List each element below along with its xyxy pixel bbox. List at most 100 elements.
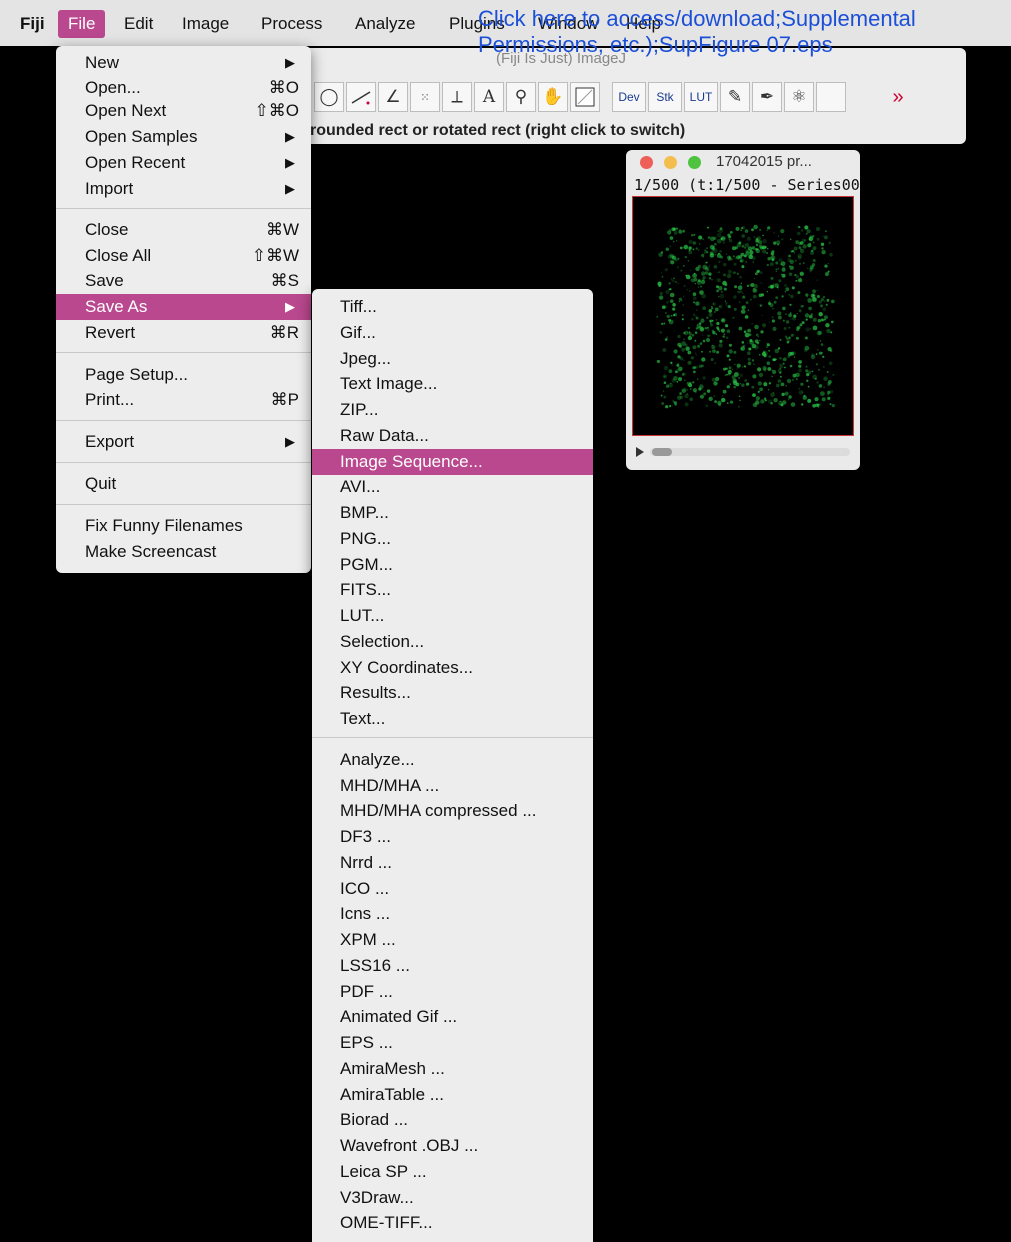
- zoom-tool-icon[interactable]: ⚲: [506, 82, 536, 112]
- color-picker-tool-icon[interactable]: [570, 82, 600, 112]
- more-tools-icon[interactable]: »: [878, 82, 918, 112]
- close-icon[interactable]: [640, 156, 653, 169]
- image-window-subtitle: 1/500 (t:1/500 - Series003: [634, 176, 860, 194]
- save-as-item-pgm[interactable]: PGM...: [312, 552, 593, 578]
- save-as-item-mhd-mha-compressed[interactable]: MHD/MHA compressed ...: [312, 798, 593, 824]
- save-as-item-zip[interactable]: ZIP...: [312, 397, 593, 423]
- image-window-title: 17042015 pr...: [716, 153, 812, 170]
- menu-item-page-setup[interactable]: Page Setup...: [56, 362, 311, 388]
- text-tool-icon[interactable]: A: [474, 82, 504, 112]
- flood-fill-tool-icon[interactable]: ⚛: [784, 82, 814, 112]
- menu-item-open-next[interactable]: Open Next ⇧⌘O: [56, 98, 311, 124]
- save-as-item-selection[interactable]: Selection...: [312, 629, 593, 655]
- menu-item-fix-funny-filenames[interactable]: Fix Funny Filenames: [56, 513, 311, 539]
- menu-item-make-screencast[interactable]: Make Screencast: [56, 539, 311, 565]
- save-as-submenu: Tiff... Gif... Jpeg... Text Image... ZIP... R…: [312, 289, 593, 1242]
- menu-item-close-all[interactable]: Close All ⇧⌘W: [56, 243, 311, 269]
- submenu-arrow-icon: ▶: [285, 299, 295, 314]
- save-as-item-gif[interactable]: Gif...: [312, 320, 593, 346]
- menu-item-save-as[interactable]: Save As ▶: [56, 294, 311, 320]
- save-as-item-eps[interactable]: EPS ...: [312, 1030, 593, 1056]
- menubar-edit[interactable]: Edit: [124, 14, 153, 34]
- menu-separator: [56, 504, 311, 505]
- save-as-item-tiff[interactable]: Tiff...: [312, 294, 593, 320]
- stack-menu-button[interactable]: Stk: [648, 82, 682, 112]
- frame-slider[interactable]: [636, 444, 850, 458]
- save-as-item-df3[interactable]: DF3 ...: [312, 824, 593, 850]
- save-as-item-ico[interactable]: ICO ...: [312, 876, 593, 902]
- save-as-item-image-sequence[interactable]: Image Sequence...: [312, 448, 593, 475]
- save-as-item-results[interactable]: Results...: [312, 680, 593, 706]
- save-as-item-biorad[interactable]: Biorad ...: [312, 1107, 593, 1133]
- menu-item-new[interactable]: New ▶: [56, 50, 311, 76]
- save-as-item-ome-tiff[interactable]: OME-TIFF...: [312, 1210, 593, 1236]
- save-as-item-analyze[interactable]: Analyze...: [312, 747, 593, 773]
- micrograph-image[interactable]: [632, 196, 854, 436]
- play-icon: [636, 447, 644, 457]
- save-as-item-v3draw[interactable]: V3Draw...: [312, 1185, 593, 1211]
- wand-tool-icon[interactable]: ⟂: [442, 82, 472, 112]
- imagej-window-title: (Fiji Is Just) ImageJ: [496, 50, 627, 67]
- save-as-item-leica-sp[interactable]: Leica SP ...: [312, 1159, 593, 1185]
- menu-item-import[interactable]: Import ▶: [56, 176, 311, 202]
- brush-tool-icon[interactable]: ✒: [752, 82, 782, 112]
- save-as-item-amiratable[interactable]: AmiraTable ...: [312, 1082, 593, 1108]
- save-as-item-wavefront-obj[interactable]: Wavefront .OBJ ...: [312, 1133, 593, 1159]
- zoom-window-icon[interactable]: [688, 156, 701, 169]
- angle-tool-icon[interactable]: ∠: [378, 82, 408, 112]
- menubar-plugins[interactable]: Plugins: [449, 14, 505, 34]
- oval-tool-icon[interactable]: ◯: [314, 82, 344, 112]
- blank-tool-slot[interactable]: [816, 82, 846, 112]
- save-as-item-avi[interactable]: AVI...: [312, 474, 593, 500]
- save-as-item-pdf[interactable]: PDF ...: [312, 979, 593, 1005]
- save-as-item-bmp[interactable]: BMP...: [312, 500, 593, 526]
- menu-separator: [56, 420, 311, 421]
- save-as-item-animated-gif[interactable]: Animated Gif ...: [312, 1004, 593, 1030]
- imagej-toolbar-window: (Fiji Is Just) ImageJ ◯ ∠ ⁙ ⟂ A ⚲ ✋ Dev …: [296, 48, 966, 144]
- menu-item-revert[interactable]: Revert ⌘R: [56, 320, 311, 346]
- save-as-item-text[interactable]: Text...: [312, 706, 593, 732]
- save-as-item-amiramesh[interactable]: AmiraMesh ...: [312, 1056, 593, 1082]
- save-as-item-mhd-mha[interactable]: MHD/MHA ...: [312, 773, 593, 799]
- menubar-help[interactable]: Help: [626, 14, 661, 34]
- line-tool-icon[interactable]: [346, 82, 376, 112]
- menu-item-print[interactable]: Print... ⌘P: [56, 387, 311, 413]
- menubar-window[interactable]: Window: [538, 14, 598, 34]
- menu-item-quit[interactable]: Quit: [56, 471, 311, 497]
- pencil-tool-icon[interactable]: ✎: [720, 82, 750, 112]
- save-as-item-png[interactable]: PNG...: [312, 526, 593, 552]
- menu-item-export[interactable]: Export ▶: [56, 429, 311, 455]
- hand-tool-icon[interactable]: ✋: [538, 82, 568, 112]
- save-as-item-icns[interactable]: Icns ...: [312, 901, 593, 927]
- menubar-fiji[interactable]: Fiji: [20, 14, 45, 34]
- menubar-image[interactable]: Image: [182, 14, 229, 34]
- save-as-item-xpm[interactable]: XPM ...: [312, 927, 593, 953]
- menubar-process[interactable]: Process: [261, 14, 322, 34]
- lut-menu-button[interactable]: LUT: [684, 82, 718, 112]
- minimize-icon[interactable]: [664, 156, 677, 169]
- save-as-item-text-image[interactable]: Text Image...: [312, 371, 593, 397]
- menu-bar: Fiji File Edit Image Process Analyze Plu…: [0, 0, 1011, 46]
- image-window[interactable]: 17042015 pr... 1/500 (t:1/500 - Series00…: [626, 150, 860, 470]
- menubar-analyze[interactable]: Analyze: [355, 14, 415, 34]
- menu-item-open-samples[interactable]: Open Samples ▶: [56, 124, 311, 150]
- save-as-item-fits[interactable]: FITS...: [312, 577, 593, 603]
- tool-bar: ◯ ∠ ⁙ ⟂ A ⚲ ✋ Dev Stk LUT ✎ ✒ ⚛ »: [314, 82, 918, 116]
- point-tool-icon[interactable]: ⁙: [410, 82, 440, 112]
- submenu-arrow-icon: ▶: [285, 434, 295, 449]
- menu-item-save[interactable]: Save ⌘S: [56, 268, 311, 294]
- menu-separator: [56, 462, 311, 463]
- dev-menu-button[interactable]: Dev: [612, 82, 646, 112]
- menu-item-open-recent[interactable]: Open Recent ▶: [56, 150, 311, 176]
- submenu-arrow-icon: ▶: [285, 55, 295, 70]
- save-as-item-jpeg[interactable]: Jpeg...: [312, 346, 593, 372]
- menu-item-close[interactable]: Close ⌘W: [56, 217, 311, 243]
- save-as-item-lut[interactable]: LUT...: [312, 603, 593, 629]
- save-as-item-raw-data[interactable]: Raw Data...: [312, 423, 593, 449]
- menubar-file[interactable]: File: [58, 10, 106, 38]
- status-bar-text: rounded rect or rotated rect (right clic…: [310, 122, 686, 139]
- save-as-item-nrrd[interactable]: Nrrd ...: [312, 850, 593, 876]
- save-as-item-xy-coordinates[interactable]: XY Coordinates...: [312, 655, 593, 681]
- menu-separator: [56, 208, 311, 209]
- save-as-item-lss16[interactable]: LSS16 ...: [312, 953, 593, 979]
